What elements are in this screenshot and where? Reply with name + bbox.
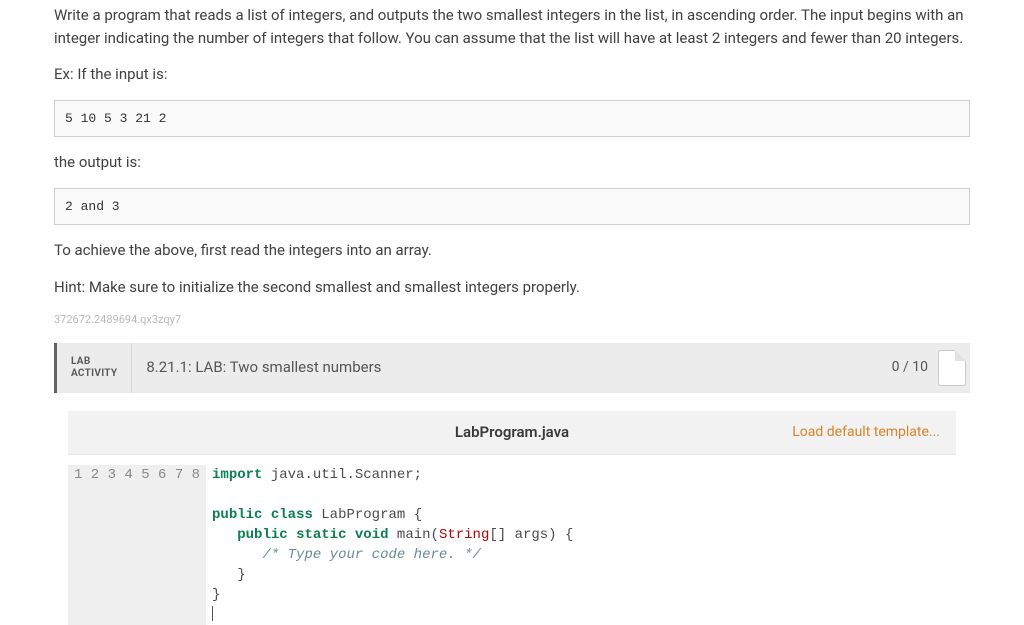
problem-paragraph-2: To achieve the above, first read the int… <box>54 239 970 262</box>
activity-title: 8.21.1: LAB: Two smallest numbers <box>132 343 877 393</box>
problem-paragraph-1: Write a program that reads a list of int… <box>54 4 970 49</box>
activity-score-area: 0 / 10 <box>878 343 970 393</box>
load-default-template-link[interactable]: Load default template... <box>792 422 956 443</box>
example-input-box: 5 10 5 3 21 2 <box>54 100 970 138</box>
resource-id: 372672.2489694.qx3zqy7 <box>54 312 970 329</box>
editor-header: LabProgram.java Load default template... <box>68 411 956 455</box>
problem-description: Write a program that reads a list of int… <box>54 4 970 329</box>
example-output-box: 2 and 3 <box>54 188 970 226</box>
editor-filename: LabProgram.java <box>455 421 569 444</box>
activity-type-badge: LAB ACTIVITY <box>57 343 132 393</box>
code-content[interactable]: import java.util.Scanner; public class L… <box>206 465 956 625</box>
page-content: Write a program that reads a list of int… <box>0 0 1024 625</box>
code-editor-panel: LabProgram.java Load default template...… <box>68 411 956 625</box>
expand-icon[interactable] <box>938 350 966 386</box>
problem-hint: Hint: Make sure to initialize the second… <box>54 276 970 299</box>
code-editor[interactable]: 1 2 3 4 5 6 7 8 import java.util.Scanner… <box>68 455 956 625</box>
activity-score-text: 0 / 10 <box>892 357 928 378</box>
line-number-gutter: 1 2 3 4 5 6 7 8 <box>68 465 206 625</box>
activity-label-line2: ACTIVITY <box>71 368 117 380</box>
example-output-label: the output is: <box>54 151 970 174</box>
example-input-label: Ex: If the input is: <box>54 63 970 86</box>
activity-label-line1: LAB <box>71 356 117 368</box>
activity-header: LAB ACTIVITY 8.21.1: LAB: Two smallest n… <box>54 343 970 393</box>
